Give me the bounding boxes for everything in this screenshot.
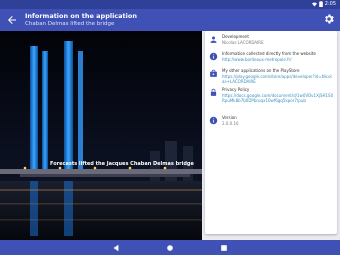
bridge-night-image bbox=[0, 31, 202, 240]
privacy-label: Privacy Policy bbox=[222, 87, 250, 92]
version-label: Version bbox=[222, 115, 237, 120]
section-development: Development Nicolas LACORDAIRE bbox=[205, 34, 337, 50]
system-nav-bar bbox=[0, 240, 340, 255]
source-link[interactable]: http://www.bordeaux-metropole.fr/ bbox=[222, 57, 334, 62]
other-apps-label: My other applications on the PlayStore bbox=[222, 68, 300, 73]
development-value: Nicolas LACORDAIRE bbox=[222, 40, 264, 45]
person-icon bbox=[210, 36, 217, 43]
lock-icon bbox=[210, 88, 217, 96]
photo-caption: Forecasts lifted the Jacques Chaban Delm… bbox=[50, 161, 194, 167]
development-label: Development bbox=[222, 34, 249, 39]
status-indicators: 2:05 bbox=[311, 1, 336, 7]
nav-back-icon[interactable] bbox=[112, 244, 120, 252]
battery-icon bbox=[318, 1, 323, 7]
section-privacy: Privacy Policy https://docs.google.com/d… bbox=[205, 87, 337, 113]
wifi-icon bbox=[311, 2, 317, 6]
page-title: Information on the application bbox=[25, 12, 137, 20]
version-value: 2.0.0.16 bbox=[222, 121, 239, 126]
nav-recents-icon[interactable] bbox=[220, 244, 228, 252]
app-bar: Information on the application Chaban De… bbox=[0, 9, 340, 31]
info-icon bbox=[209, 52, 218, 61]
status-bar: 2:05 bbox=[0, 0, 340, 9]
page-subtitle: Chaban Delmas lifted the bridge bbox=[25, 21, 115, 27]
version-info-icon bbox=[209, 116, 218, 125]
nav-home-icon[interactable] bbox=[166, 244, 174, 252]
privacy-link[interactable]: https://docs.google.com/document/d/1w0VD… bbox=[222, 93, 334, 103]
section-source: Information collected directly from the … bbox=[205, 51, 337, 67]
status-time: 2:05 bbox=[324, 1, 336, 7]
info-card: Development Nicolas LACORDAIRE Informati… bbox=[205, 31, 337, 234]
other-apps-link[interactable]: https://play.google.com/store/apps/devel… bbox=[222, 74, 334, 84]
gear-icon[interactable] bbox=[323, 13, 335, 25]
back-arrow-icon[interactable] bbox=[6, 13, 18, 27]
section-version: Version 2.0.0.16 bbox=[205, 115, 337, 129]
store-icon bbox=[210, 69, 217, 77]
bridge-photo: Forecasts lifted the Jacques Chaban Delm… bbox=[0, 31, 202, 240]
source-label: Information collected directly from the … bbox=[222, 51, 316, 56]
